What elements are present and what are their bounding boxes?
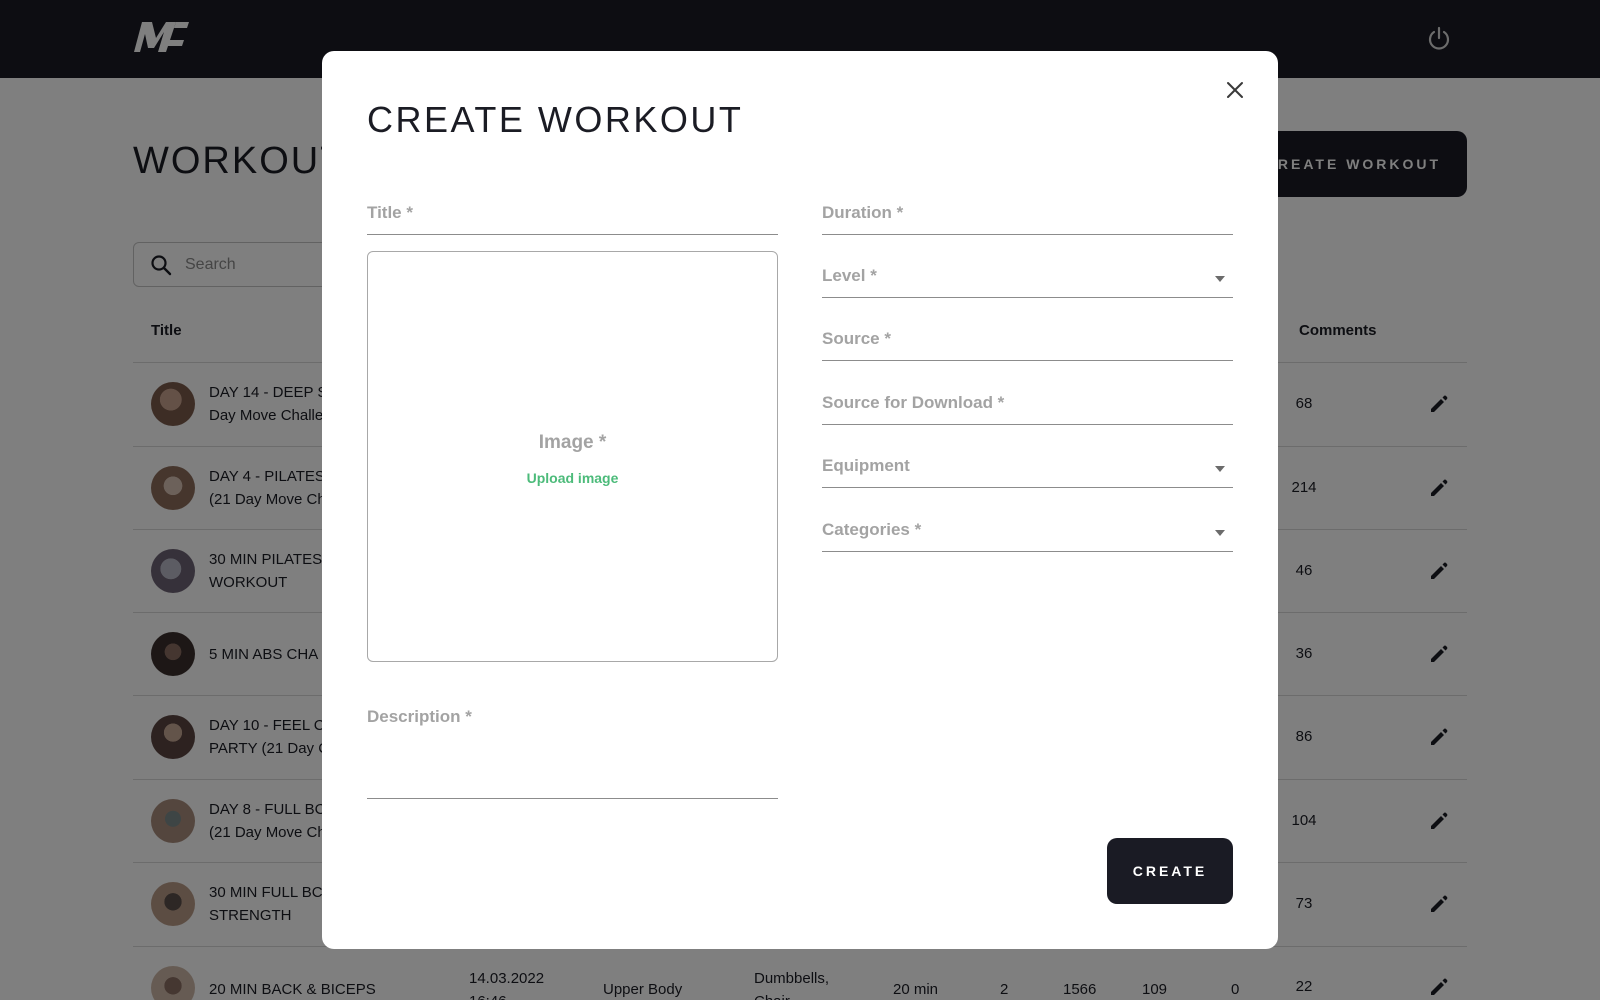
title-field[interactable]: Title * [367, 189, 778, 235]
modal-title: CREATE WORKOUT [367, 99, 744, 140]
chevron-down-icon [1215, 276, 1225, 282]
create-workout-modal: CREATE WORKOUT Title * Image * Upload im… [322, 51, 1278, 949]
upload-image-link[interactable]: Upload image [368, 470, 777, 486]
description-field-label: Description * [367, 707, 472, 726]
close-icon[interactable] [1225, 80, 1245, 100]
create-button[interactable]: CREATE [1107, 838, 1233, 904]
description-field[interactable]: Description * [367, 703, 778, 799]
source-field-label: Source * [822, 329, 891, 348]
level-select-label: Level * [822, 266, 877, 285]
categories-select-label: Categories * [822, 520, 922, 539]
source-download-field[interactable]: Source for Download * [822, 379, 1233, 425]
duration-field-label: Duration * [822, 203, 904, 222]
categories-select[interactable]: Categories * [822, 506, 1233, 552]
source-download-field-label: Source for Download * [822, 393, 1005, 412]
image-dropzone[interactable]: Image * Upload image [367, 251, 778, 662]
chevron-down-icon [1215, 530, 1225, 536]
source-field[interactable]: Source * [822, 315, 1233, 361]
image-label: Image * [538, 432, 607, 453]
equipment-select[interactable]: Equipment [822, 442, 1233, 488]
level-select[interactable]: Level * [822, 252, 1233, 298]
equipment-select-label: Equipment [822, 456, 910, 475]
duration-field[interactable]: Duration * [822, 189, 1233, 235]
chevron-down-icon [1215, 466, 1225, 472]
title-field-label: Title * [367, 203, 413, 222]
